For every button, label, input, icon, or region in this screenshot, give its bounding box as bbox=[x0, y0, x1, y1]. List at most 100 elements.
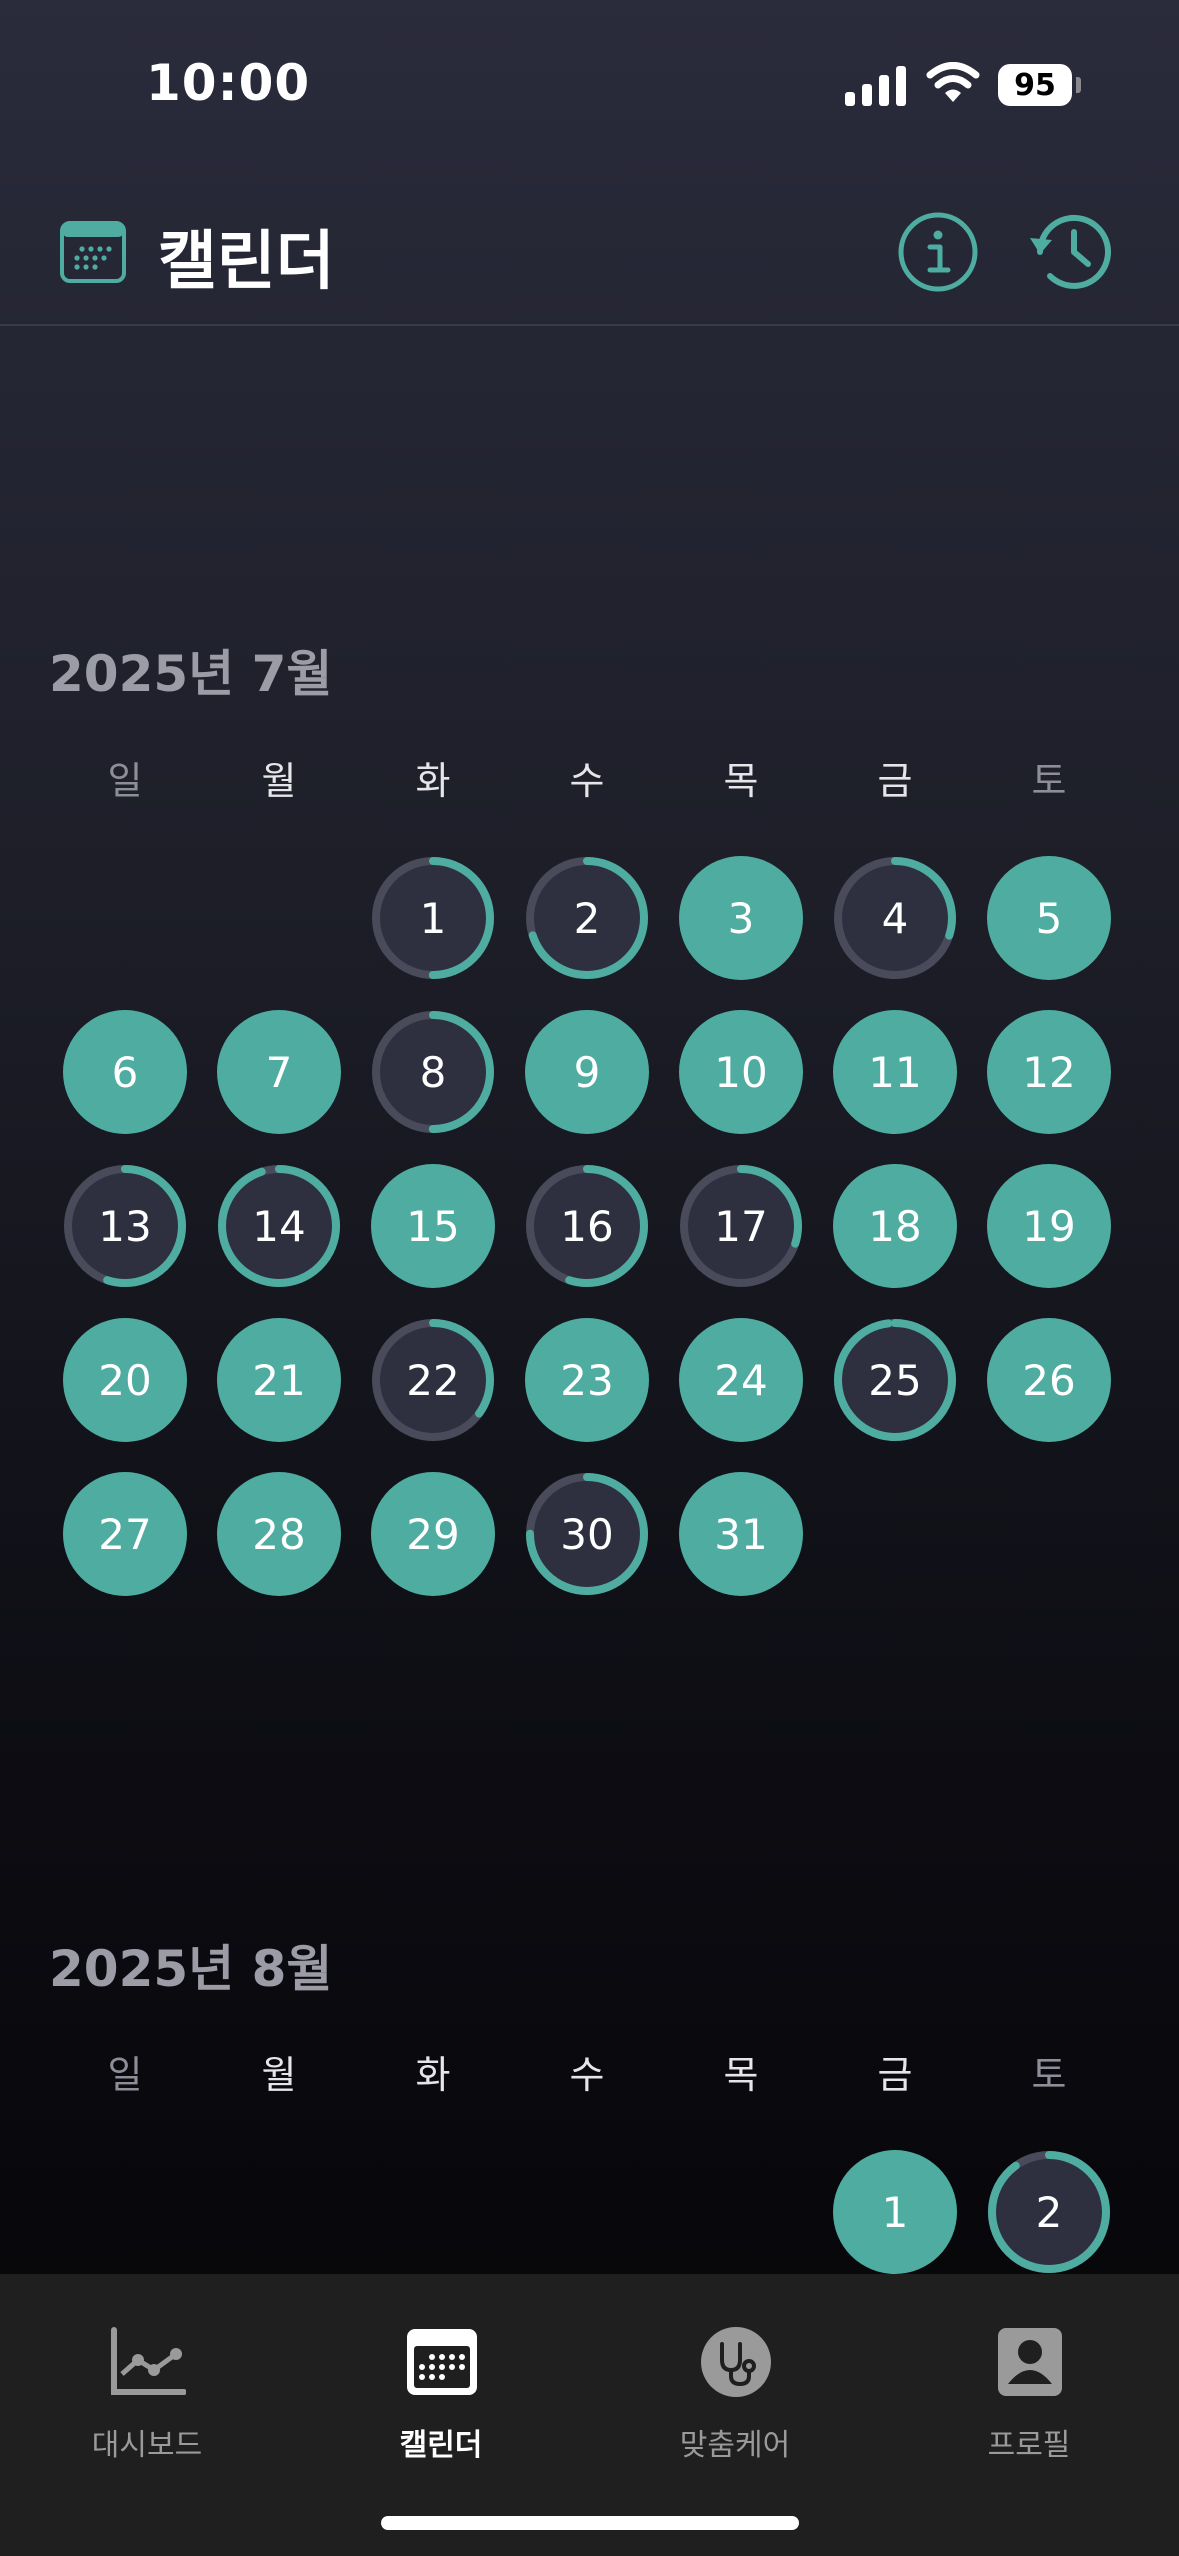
profile-icon bbox=[998, 2328, 1062, 2396]
calendar-day[interactable]: 22 bbox=[371, 1318, 495, 1442]
weekday-label: 일 bbox=[107, 2053, 143, 2097]
calendar-day[interactable]: 4 bbox=[833, 856, 957, 980]
day-number: 20 bbox=[98, 1355, 152, 1405]
calendar-day[interactable]: 19 bbox=[987, 1164, 1111, 1288]
day-number: 13 bbox=[98, 1201, 152, 1251]
calendar-day[interactable]: 20 bbox=[63, 1318, 187, 1442]
day-number: 4 bbox=[881, 893, 909, 943]
day-number: 2 bbox=[573, 893, 601, 943]
tab-label: 맞춤케어 bbox=[679, 2428, 791, 2463]
day-number: 27 bbox=[98, 1509, 152, 1559]
day-number: 3 bbox=[727, 893, 755, 943]
tab-label: 캘린더 bbox=[399, 2428, 483, 2463]
calendar-day[interactable]: 8 bbox=[371, 1010, 495, 1134]
calendar-day[interactable]: 7 bbox=[217, 1010, 341, 1134]
weekday-label: 화 bbox=[415, 2053, 451, 2097]
weekday-label: 목 bbox=[723, 759, 759, 803]
stethoscope-icon bbox=[701, 2327, 771, 2397]
calendar-day[interactable]: 18 bbox=[833, 1164, 957, 1288]
calendar-day[interactable]: 2 bbox=[525, 856, 649, 980]
chart-icon bbox=[111, 2327, 186, 2395]
day-number: 6 bbox=[111, 1047, 139, 1097]
calendar-day[interactable]: 5 bbox=[987, 856, 1111, 980]
calendar-day[interactable]: 28 bbox=[217, 1472, 341, 1596]
calendar-day[interactable]: 15 bbox=[371, 1164, 495, 1288]
calendar-day[interactable]: 24 bbox=[679, 1318, 803, 1442]
calendar-day[interactable]: 25 bbox=[833, 1318, 957, 1442]
calendar-day[interactable]: 23 bbox=[525, 1318, 649, 1442]
day-number: 17 bbox=[714, 1201, 768, 1251]
calendar-day[interactable]: 9 bbox=[525, 1010, 649, 1134]
page-title: 캘린더 bbox=[158, 225, 335, 299]
weekday-label: 월 bbox=[261, 759, 297, 803]
day-number: 12 bbox=[1022, 1047, 1076, 1097]
day-number: 22 bbox=[406, 1355, 460, 1405]
weekday-label: 토 bbox=[1031, 2053, 1067, 2097]
calendar-day[interactable]: 16 bbox=[525, 1164, 649, 1288]
weekday-label: 수 bbox=[569, 2053, 605, 2097]
history-icon[interactable] bbox=[1026, 208, 1118, 296]
day-number: 15 bbox=[406, 1201, 460, 1251]
weekday-label: 토 bbox=[1031, 759, 1067, 803]
calendar-day[interactable]: 14 bbox=[217, 1164, 341, 1288]
day-number: 19 bbox=[1022, 1201, 1076, 1251]
status-bar: 10:00 95 bbox=[0, 0, 1179, 170]
calendar-day[interactable]: 1 bbox=[833, 2150, 957, 2274]
tab-bar: 대시보드 캘린더 맞춤케어 프로필 bbox=[0, 2274, 1179, 2556]
calendar-icon bbox=[407, 2329, 477, 2395]
calendar-day[interactable]: 31 bbox=[679, 1472, 803, 1596]
calendar-day[interactable]: 3 bbox=[679, 856, 803, 980]
weekday-label: 금 bbox=[877, 759, 913, 803]
weekday-label: 목 bbox=[723, 2053, 759, 2097]
day-number: 2 bbox=[1035, 2187, 1063, 2237]
day-number: 29 bbox=[406, 1509, 460, 1559]
calendar-icon bbox=[60, 221, 126, 283]
day-number: 31 bbox=[714, 1509, 768, 1559]
weekday-label: 화 bbox=[415, 759, 451, 803]
day-number: 25 bbox=[868, 1355, 922, 1405]
calendar-day[interactable]: 30 bbox=[525, 1472, 649, 1596]
calendar-day[interactable]: 12 bbox=[987, 1010, 1111, 1134]
month-title: 2025년 7월 bbox=[49, 645, 333, 703]
tab-dashboard[interactable]: 대시보드 bbox=[0, 2274, 294, 2474]
day-number: 16 bbox=[560, 1201, 614, 1251]
weekday-label: 월 bbox=[261, 2053, 297, 2097]
calendar-day[interactable]: 21 bbox=[217, 1318, 341, 1442]
calendar-day[interactable]: 10 bbox=[679, 1010, 803, 1134]
battery-level: 95 bbox=[998, 64, 1072, 106]
tab-label: 대시보드 bbox=[91, 2428, 203, 2463]
weekday-label: 일 bbox=[107, 759, 143, 803]
weekday-label: 금 bbox=[877, 2053, 913, 2097]
home-indicator bbox=[381, 2516, 799, 2530]
day-number: 8 bbox=[419, 1047, 447, 1097]
day-number: 30 bbox=[560, 1509, 614, 1559]
calendar-day[interactable]: 17 bbox=[679, 1164, 803, 1288]
tab-calendar[interactable]: 캘린더 bbox=[294, 2274, 588, 2474]
calendar-day[interactable]: 29 bbox=[371, 1472, 495, 1596]
calendar-day[interactable]: 6 bbox=[63, 1010, 187, 1134]
day-number: 18 bbox=[868, 1201, 922, 1251]
tab-custom-care[interactable]: 맞춤케어 bbox=[588, 2274, 882, 2474]
day-number: 1 bbox=[419, 893, 447, 943]
header: 캘린더 bbox=[0, 170, 1179, 326]
calendar-day[interactable]: 13 bbox=[63, 1164, 187, 1288]
calendar-day[interactable]: 1 bbox=[371, 856, 495, 980]
day-number: 26 bbox=[1022, 1355, 1076, 1405]
day-number: 1 bbox=[881, 2187, 909, 2237]
tab-label: 프로필 bbox=[987, 2428, 1071, 2463]
day-number: 7 bbox=[265, 1047, 293, 1097]
info-icon[interactable] bbox=[896, 210, 980, 294]
day-number: 10 bbox=[714, 1047, 768, 1097]
day-number: 5 bbox=[1035, 893, 1063, 943]
day-number: 14 bbox=[252, 1201, 306, 1251]
calendar-day[interactable]: 2 bbox=[987, 2150, 1111, 2274]
calendar-day[interactable]: 11 bbox=[833, 1010, 957, 1134]
calendar-day[interactable]: 26 bbox=[987, 1318, 1111, 1442]
weekday-label: 수 bbox=[569, 759, 605, 803]
calendar-day[interactable]: 27 bbox=[63, 1472, 187, 1596]
month-title: 2025년 8월 bbox=[49, 1940, 333, 1998]
day-number: 21 bbox=[252, 1355, 306, 1405]
day-number: 11 bbox=[868, 1047, 922, 1097]
status-time: 10:00 bbox=[146, 54, 311, 112]
tab-profile[interactable]: 프로필 bbox=[882, 2274, 1176, 2474]
